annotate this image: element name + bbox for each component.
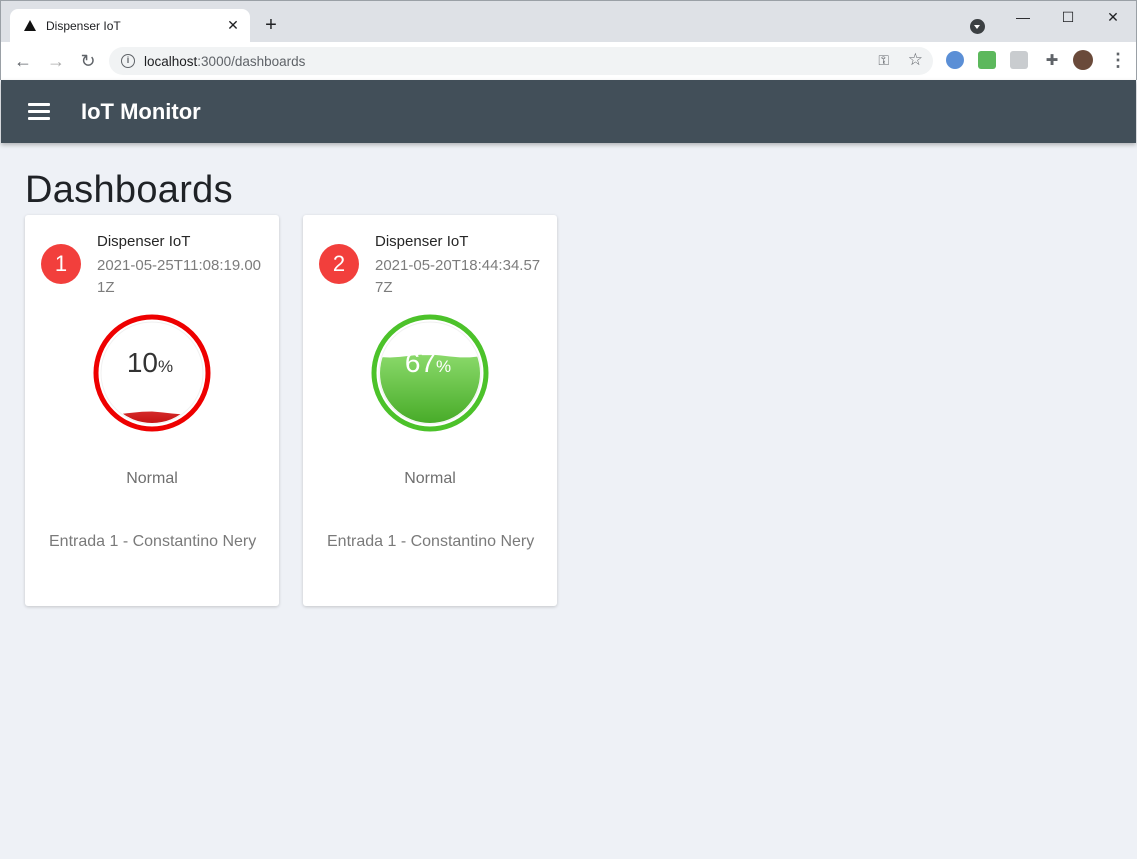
extensions-puzzle-icon[interactable]: ✚: [1041, 50, 1063, 72]
app-title: IoT Monitor: [81, 99, 201, 124]
forward-arrow-icon[interactable]: →: [45, 50, 67, 72]
close-tab-icon[interactable]: ✕: [224, 16, 242, 34]
dispenser-card[interactable]: 2 Dispenser IoT 2021-05-20T18:44:34.577Z…: [303, 215, 557, 606]
reload-icon[interactable]: ↻: [77, 50, 99, 72]
back-arrow-icon[interactable]: ←: [12, 50, 34, 72]
key-icon[interactable]: ⚿: [878, 52, 889, 69]
gauge-value: 10%: [127, 347, 173, 378]
maximize-icon[interactable]: ☐: [1045, 5, 1091, 29]
card-timestamp: 2021-05-25T11:08:19.001Z: [97, 257, 262, 296]
tab-title: Dispenser IoT: [46, 19, 121, 33]
card-status: Normal: [126, 470, 178, 487]
card-number-badge: 2: [319, 244, 359, 284]
tab-search-icon[interactable]: [970, 19, 985, 34]
card-number-badge: 1: [41, 244, 81, 284]
level-gauge: 67%: [370, 313, 490, 433]
hamburger-menu-icon[interactable]: [28, 103, 50, 120]
gauge-unit: %: [436, 357, 451, 376]
gauge-unit: %: [158, 357, 173, 376]
bookmark-star-icon[interactable]: ☆: [908, 50, 923, 70]
url-text[interactable]: localhost:3000/dashboards: [144, 54, 305, 69]
card-device-name: Dispenser IoT: [375, 233, 469, 250]
card-device-name: Dispenser IoT: [97, 233, 191, 250]
extension-mail-icon[interactable]: [978, 51, 996, 69]
minimize-icon[interactable]: —: [1000, 5, 1046, 29]
url-host: localhost: [144, 54, 198, 69]
browser-toolbar: ← → ↻ i localhost:3000/dashboards ⚿ ☆ ✚ …: [0, 42, 1137, 80]
browser-tabstrip: Dispenser IoT ✕ + — ☐ ✕: [0, 0, 1137, 43]
profile-avatar[interactable]: [1073, 50, 1093, 70]
window-close-icon[interactable]: ✕: [1090, 5, 1136, 29]
gauge-svg: 10%: [93, 314, 211, 432]
extension-compass-icon[interactable]: [946, 51, 964, 69]
browser-menu-icon[interactable]: ⋮: [1109, 51, 1127, 71]
url-path: :3000/dashboards: [197, 54, 306, 69]
card-timestamp: 2021-05-20T18:44:34.577Z: [375, 257, 541, 296]
address-bar[interactable]: i localhost:3000/dashboards ⚿ ☆: [109, 47, 933, 75]
extension-cube-icon[interactable]: [1010, 51, 1028, 69]
app-bar: IoT Monitor: [1, 80, 1136, 143]
new-tab-icon[interactable]: +: [261, 15, 281, 35]
triangle-favicon-icon: [24, 20, 36, 31]
gauge-svg: 67%: [371, 314, 489, 432]
gauge-value: 67%: [405, 347, 451, 378]
card-location: Entrada 1 - Constantino Nery: [49, 533, 257, 550]
card-status: Normal: [404, 470, 456, 487]
dispenser-card[interactable]: 1 Dispenser IoT 2021-05-25T11:08:19.001Z…: [25, 215, 279, 606]
card-location: Entrada 1 - Constantino Nery: [327, 533, 535, 550]
page-title: Dashboards: [25, 169, 233, 211]
info-icon[interactable]: i: [121, 54, 135, 68]
level-gauge: 10%: [92, 313, 212, 433]
browser-tab[interactable]: Dispenser IoT ✕: [10, 9, 250, 43]
